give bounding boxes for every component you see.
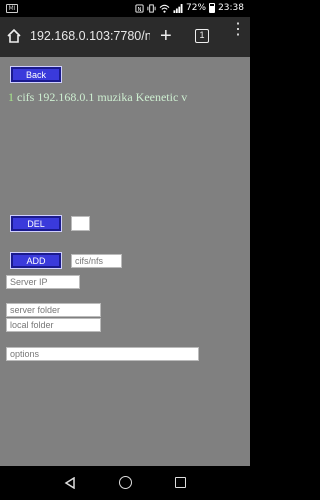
status-left: MI [6, 3, 18, 13]
type-input[interactable]: cifs/nfs [71, 254, 122, 268]
recents-nav-icon[interactable] [175, 477, 186, 488]
browser-toolbar: 192.168.0.103:7780/n + 1 ⋮ [0, 17, 250, 57]
server-ip-input[interactable]: Server IP [6, 275, 80, 289]
battery-percent: 72% [186, 3, 207, 13]
signal-icon [173, 3, 183, 13]
new-tab-icon[interactable]: + [160, 26, 172, 46]
android-nav-bar [0, 466, 250, 500]
del-index-input[interactable] [71, 216, 90, 231]
local-folder-input[interactable]: local folder [6, 318, 101, 332]
status-right: N 72% 23:38 [135, 3, 244, 13]
tab-switcher-icon[interactable]: 1 [195, 29, 209, 43]
overflow-menu-icon[interactable]: ⋮ [230, 22, 246, 45]
back-nav-icon[interactable] [64, 477, 76, 489]
vibrate-icon [147, 3, 156, 13]
del-button[interactable]: DEL [10, 215, 62, 232]
notification-icon: MI [6, 4, 18, 13]
server-folder-input[interactable]: server folder [6, 303, 101, 317]
address-bar[interactable]: 192.168.0.103:7780/n [30, 29, 150, 43]
page-content: Back 1 cifs 192.168.0.1 muzika Keenetic … [0, 57, 250, 466]
svg-text:N: N [138, 6, 142, 12]
battery-icon [209, 3, 216, 13]
home-icon[interactable] [6, 28, 22, 44]
mount-entry[interactable]: 1 cifs 192.168.0.1 muzika Keenetic v [8, 90, 201, 105]
clock: 23:38 [218, 3, 244, 13]
mount-entry-text: cifs 192.168.0.1 muzika Keenetic v [14, 90, 188, 104]
add-button[interactable]: ADD [10, 252, 62, 269]
nfc-icon: N [135, 3, 144, 12]
options-input[interactable]: options [6, 347, 199, 361]
home-nav-icon[interactable] [119, 476, 132, 489]
wifi-icon [159, 4, 170, 13]
back-button[interactable]: Back [10, 66, 62, 83]
status-bar: MI N 72% 23:38 [0, 0, 250, 17]
